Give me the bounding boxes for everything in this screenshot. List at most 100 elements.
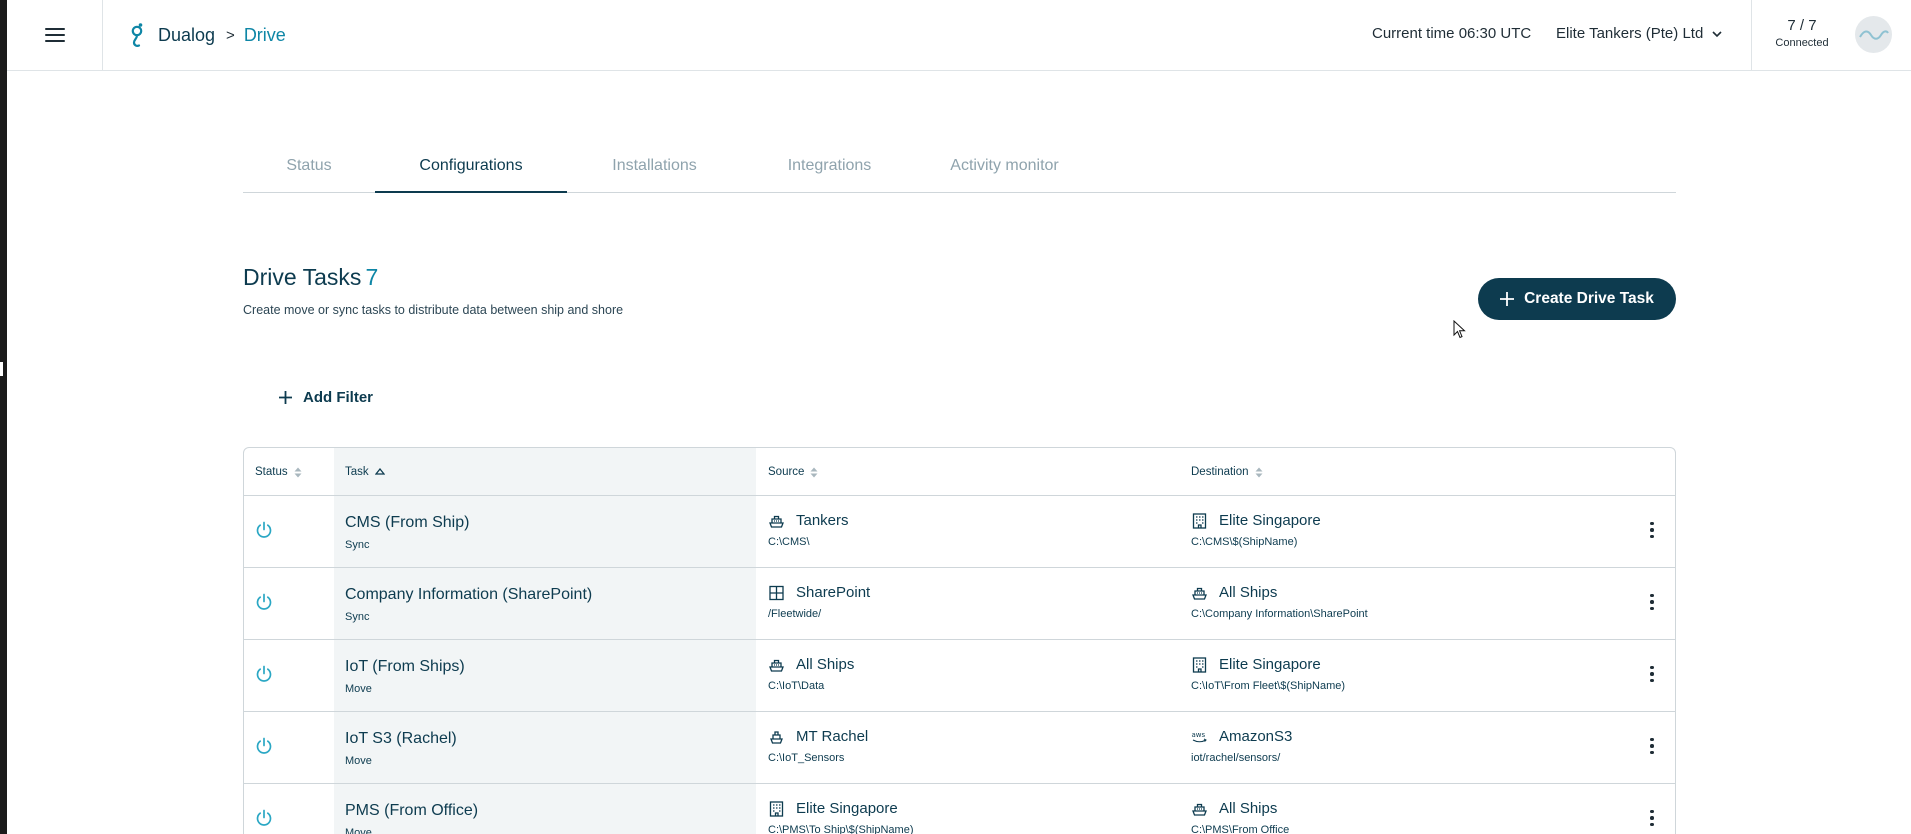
destination-path: iot/rachel/sensors/ xyxy=(1191,752,1281,764)
app-name-link[interactable]: Dualog xyxy=(158,25,215,46)
sort-icon xyxy=(294,467,302,477)
status-power-icon[interactable] xyxy=(254,808,274,828)
status-power-icon[interactable] xyxy=(254,520,274,540)
create-drive-task-button[interactable]: Create Drive Task xyxy=(1478,278,1676,320)
tab-configurations[interactable]: Configurations xyxy=(375,150,567,193)
destination-path: C:\Company Information\SharePoint xyxy=(1191,608,1368,620)
task-type: Move xyxy=(345,683,372,695)
table-row[interactable]: IoT (From Ships) Move All Ships C:\IoT\Data… xyxy=(244,640,1675,712)
tab-installations[interactable]: Installations xyxy=(567,150,742,193)
breadcrumb-separator: > xyxy=(226,26,235,44)
table-row[interactable]: Company Information (SharePoint) Sync Shar… xyxy=(244,568,1675,640)
column-header-task-label: Task xyxy=(345,466,369,478)
row-actions-menu-icon[interactable] xyxy=(1642,591,1662,613)
destination-name: All Ships xyxy=(1219,800,1278,817)
chevron-down-icon xyxy=(1712,30,1722,37)
breadcrumb: Dualog > Drive xyxy=(128,22,286,48)
destination-path: C:\CMS\$(ShipName) xyxy=(1191,536,1298,548)
row-actions-menu-icon[interactable] xyxy=(1642,807,1662,829)
task-type: Sync xyxy=(345,539,370,551)
building-icon xyxy=(1191,513,1208,529)
dualog-logo-icon xyxy=(131,23,143,47)
source-name: MT Rachel xyxy=(796,728,869,745)
top-bar: Dualog > Drive Current time 06:30 UTC El… xyxy=(7,0,1911,71)
sort-ascending-icon xyxy=(374,468,385,475)
source-path: C:\CMS\ xyxy=(768,536,810,548)
source-name: All Ships xyxy=(796,656,855,673)
sharepoint-grid-icon xyxy=(768,585,785,601)
task-type: Sync xyxy=(345,611,370,623)
task-name[interactable]: IoT (From Ships) xyxy=(345,658,465,676)
column-header-status-label: Status xyxy=(255,466,288,478)
current-time: Current time 06:30 UTC xyxy=(1372,25,1532,42)
row-actions-menu-icon[interactable] xyxy=(1642,663,1662,685)
task-count: 7 xyxy=(365,264,379,290)
column-header-source[interactable]: Source xyxy=(768,466,818,478)
ship-icon xyxy=(1191,585,1208,601)
task-type: Move xyxy=(345,827,372,834)
task-type: Move xyxy=(345,755,372,767)
task-name[interactable]: CMS (From Ship) xyxy=(345,514,469,532)
destination-path: C:\PMS\From Office xyxy=(1191,824,1290,834)
row-actions-menu-icon[interactable] xyxy=(1642,519,1662,541)
tab-bar: Status Configurations Installations Inte… xyxy=(243,150,1676,193)
drive-tasks-table: Status Task Source Destination CMS (From… xyxy=(243,447,1676,834)
tab-status[interactable]: Status xyxy=(243,150,375,193)
company-selector[interactable]: Elite Tankers (Pte) Ltd xyxy=(1556,25,1722,42)
task-name[interactable]: PMS (From Office) xyxy=(345,802,478,820)
column-header-source-label: Source xyxy=(768,466,805,478)
source-name: Tankers xyxy=(796,512,849,529)
building-icon xyxy=(768,801,785,817)
mouse-cursor-icon xyxy=(1453,320,1466,339)
source-path: C:\PMS\To Ship\$(ShipName) xyxy=(768,824,914,834)
wave-icon xyxy=(1858,29,1889,40)
destination-name: Elite Singapore xyxy=(1219,656,1321,673)
breadcrumb-current: Drive xyxy=(243,24,286,45)
connection-count: 7 / 7 xyxy=(1787,17,1817,34)
sort-icon xyxy=(1255,467,1263,477)
column-header-task[interactable]: Task xyxy=(345,466,385,478)
page-title: Drive Tasks 7 xyxy=(243,264,378,291)
source-name: SharePoint xyxy=(796,584,871,601)
source-path: C:\IoT\Data xyxy=(768,680,825,692)
column-header-status[interactable]: Status xyxy=(255,466,302,478)
task-name[interactable]: Company Information (SharePoint) xyxy=(345,586,592,604)
add-filter-button[interactable]: Add Filter xyxy=(279,389,373,406)
table-row[interactable]: PMS (From Office) Move Elite Singapore C:\P… xyxy=(244,784,1675,834)
connection-status[interactable]: 7 / 7 Connected xyxy=(1751,0,1911,70)
menu-button[interactable] xyxy=(7,0,103,70)
destination-name: AmazonS3 xyxy=(1219,728,1293,745)
row-actions-menu-icon[interactable] xyxy=(1642,735,1662,757)
source-path: /Fleetwide/ xyxy=(768,608,822,620)
status-power-icon[interactable] xyxy=(254,664,274,684)
single-ship-icon xyxy=(768,729,785,745)
avatar[interactable] xyxy=(1855,16,1892,53)
destination-name: All Ships xyxy=(1219,584,1278,601)
status-power-icon[interactable] xyxy=(254,736,274,756)
tab-activity-monitor[interactable]: Activity monitor xyxy=(917,150,1092,193)
sort-icon xyxy=(810,467,818,477)
source-path: C:\IoT_Sensors xyxy=(768,752,845,764)
ship-icon xyxy=(768,657,785,673)
aws-icon: aws xyxy=(1191,729,1208,745)
destination-path: C:\IoT\From Fleet\$(ShipName) xyxy=(1191,680,1346,692)
svg-text:aws: aws xyxy=(1192,731,1206,739)
column-header-destination[interactable]: Destination xyxy=(1191,466,1263,478)
tab-integrations[interactable]: Integrations xyxy=(742,150,917,193)
table-header: Status Task Source Destination xyxy=(244,448,1675,496)
page-title-text: Drive Tasks xyxy=(243,264,362,290)
table-row[interactable]: IoT S3 (Rachel) Move MT Rachel C:\IoT_Senso… xyxy=(244,712,1675,784)
source-name: Elite Singapore xyxy=(796,800,898,817)
create-drive-task-label: Create Drive Task xyxy=(1524,290,1654,307)
column-header-destination-label: Destination xyxy=(1191,466,1249,478)
building-icon xyxy=(1191,657,1208,673)
connection-label: Connected xyxy=(1775,37,1829,49)
table-row[interactable]: CMS (From Ship) Sync Tankers C:\CMS\ Elite S… xyxy=(244,496,1675,568)
status-power-icon[interactable] xyxy=(254,592,274,612)
window-edge xyxy=(0,0,7,834)
add-filter-label: Add Filter xyxy=(303,389,373,406)
plus-icon xyxy=(1500,292,1515,306)
task-name[interactable]: IoT S3 (Rachel) xyxy=(345,730,457,748)
ship-icon xyxy=(1191,801,1208,817)
ship-icon xyxy=(768,513,785,529)
